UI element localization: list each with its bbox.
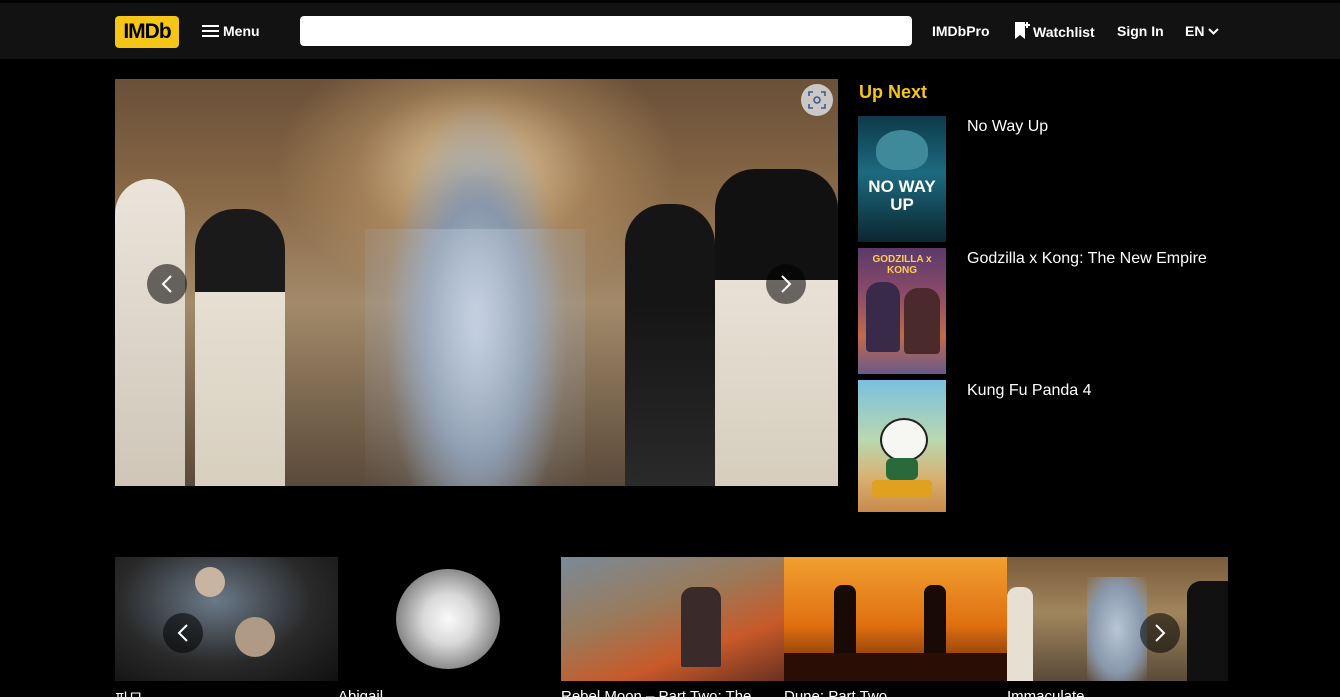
- hero-next-button[interactable]: [766, 264, 806, 304]
- chevron-right-icon: [1155, 624, 1166, 642]
- strip-caption[interactable]: 파묘: [115, 688, 330, 697]
- image-zoom-button[interactable]: [801, 84, 833, 116]
- menu-button[interactable]: Menu: [196, 17, 266, 45]
- focus-icon: [808, 91, 826, 109]
- poster-image: GODZILLA x KONG: [858, 248, 946, 374]
- strip-previous-button[interactable]: [163, 613, 203, 653]
- strip-caption[interactable]: Immaculate: [1007, 688, 1222, 697]
- chevron-right-icon: [781, 275, 792, 293]
- video-thumbnail[interactable]: [115, 557, 338, 681]
- search-input[interactable]: [300, 16, 912, 46]
- poster-image: NO WAY UP: [858, 116, 946, 242]
- chevron-left-icon: [177, 624, 188, 642]
- chevron-down-icon: [1208, 28, 1220, 35]
- chevron-left-icon: [161, 275, 172, 293]
- watchlist-add-icon: [1015, 22, 1030, 39]
- poster-title-text: GODZILLA x KONG: [872, 254, 932, 276]
- strip-caption[interactable]: Rebel Moon – Part Two: The: [561, 688, 776, 697]
- hero-previous-button[interactable]: [147, 264, 187, 304]
- imdbpro-link[interactable]: IMDbPro: [932, 23, 990, 39]
- video-thumbnail[interactable]: [1007, 557, 1228, 681]
- hamburger-icon: [202, 22, 219, 40]
- imdb-logo[interactable]: IMDb: [115, 16, 179, 48]
- language-selector[interactable]: EN: [1185, 23, 1220, 39]
- strip-next-button[interactable]: [1140, 613, 1180, 653]
- video-thumbnail[interactable]: [338, 557, 561, 681]
- hero-trailer-image[interactable]: [115, 79, 838, 486]
- strip-caption[interactable]: Dune: Part Two: [784, 688, 999, 697]
- video-thumbnail[interactable]: [561, 557, 784, 681]
- up-next-item[interactable]: GODZILLA x KONG Godzilla x Kong: The New…: [858, 248, 1228, 374]
- up-next-title[interactable]: No Way Up: [967, 118, 1048, 136]
- video-thumbnail[interactable]: [784, 557, 1007, 681]
- watchlist-label: Watchlist: [1033, 24, 1095, 40]
- up-next-title[interactable]: Kung Fu Panda 4: [967, 382, 1092, 400]
- up-next-title[interactable]: Godzilla x Kong: The New Empire: [967, 250, 1207, 268]
- poster-image: [858, 380, 946, 512]
- strip-caption[interactable]: Abigail: [338, 688, 553, 697]
- sign-in-button[interactable]: Sign In: [1117, 23, 1164, 39]
- watchlist-button[interactable]: Watchlist: [1014, 21, 1095, 40]
- page-frame: IMDb Menu IMDbPro Watchlist Sign In EN U…: [0, 0, 1340, 697]
- up-next-item[interactable]: Kung Fu Panda 4: [858, 380, 1228, 512]
- up-next-heading: Up Next: [859, 82, 928, 102]
- menu-label: Menu: [223, 23, 260, 39]
- up-next-item[interactable]: NO WAY UP No Way Up: [858, 116, 1228, 242]
- language-label: EN: [1185, 23, 1205, 39]
- poster-title-text: NO WAY UP: [868, 177, 936, 214]
- top-navigation-bar: IMDb Menu IMDbPro Watchlist Sign In EN: [0, 3, 1340, 59]
